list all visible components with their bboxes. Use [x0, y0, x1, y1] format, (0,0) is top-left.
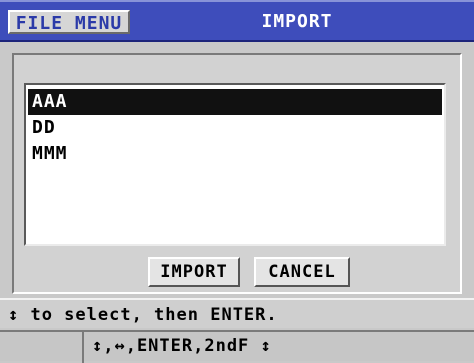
cancel-button[interactable]: CANCEL: [254, 257, 350, 287]
list-item-mmm[interactable]: MMM: [28, 141, 442, 167]
list-item-aaa[interactable]: AAA: [28, 89, 442, 115]
import-button[interactable]: IMPORT: [148, 257, 240, 287]
import-dialog-panel: AAA DD MMM IMPORT CANCEL: [12, 53, 462, 294]
status-hint: ↕ to select, then ENTER.: [0, 298, 474, 328]
list-item-dd[interactable]: DD: [28, 115, 442, 141]
file-list[interactable]: AAA DD MMM: [24, 83, 446, 246]
footer-bar: ↕,↔,ENTER,2ndF ↕: [0, 330, 474, 363]
file-menu-tab[interactable]: FILE MENU: [8, 10, 130, 34]
footer-key-hints: ↕,↔,ENTER,2ndF ↕: [92, 336, 272, 356]
title-bar: FILE MENU IMPORT: [0, 0, 474, 42]
screen-title: IMPORT: [261, 11, 333, 32]
footer-divider: [82, 332, 84, 363]
